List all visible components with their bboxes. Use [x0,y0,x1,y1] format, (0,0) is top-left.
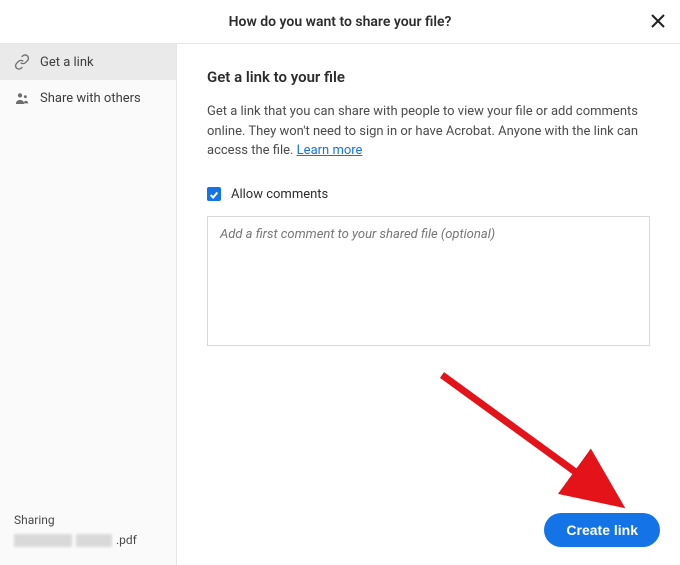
main-panel: Get a link to your file Get a link that … [177,44,680,565]
page-title: How do you want to share your file? [229,14,452,30]
close-button[interactable] [646,10,670,34]
sharing-filename: .pdf [14,533,162,547]
allow-comments-checkbox[interactable] [207,187,221,201]
blurred-text [14,534,72,547]
description-text: Get a link that you can share with peopl… [207,104,638,158]
file-extension: .pdf [116,533,137,547]
learn-more-link[interactable]: Learn more [297,143,363,158]
sidebar-item-get-link[interactable]: Get a link [0,44,176,80]
sidebar: Get a link Share with others Sharing [0,44,177,565]
checkmark-icon [209,185,219,204]
blurred-text [76,534,112,547]
close-icon [651,13,665,32]
comment-input[interactable] [207,216,650,346]
create-link-button[interactable]: Create link [544,513,660,547]
share-others-icon [14,90,30,106]
sidebar-item-label: Share with others [40,91,141,106]
sharing-label: Sharing [14,513,162,527]
section-description: Get a link that you can share with peopl… [207,102,647,161]
sidebar-item-share-others[interactable]: Share with others [0,80,176,116]
sidebar-item-label: Get a link [40,55,94,70]
section-heading: Get a link to your file [207,68,650,86]
allow-comments-label: Allow comments [231,187,328,202]
link-icon [14,54,30,70]
annotation-arrow-icon [422,365,652,525]
